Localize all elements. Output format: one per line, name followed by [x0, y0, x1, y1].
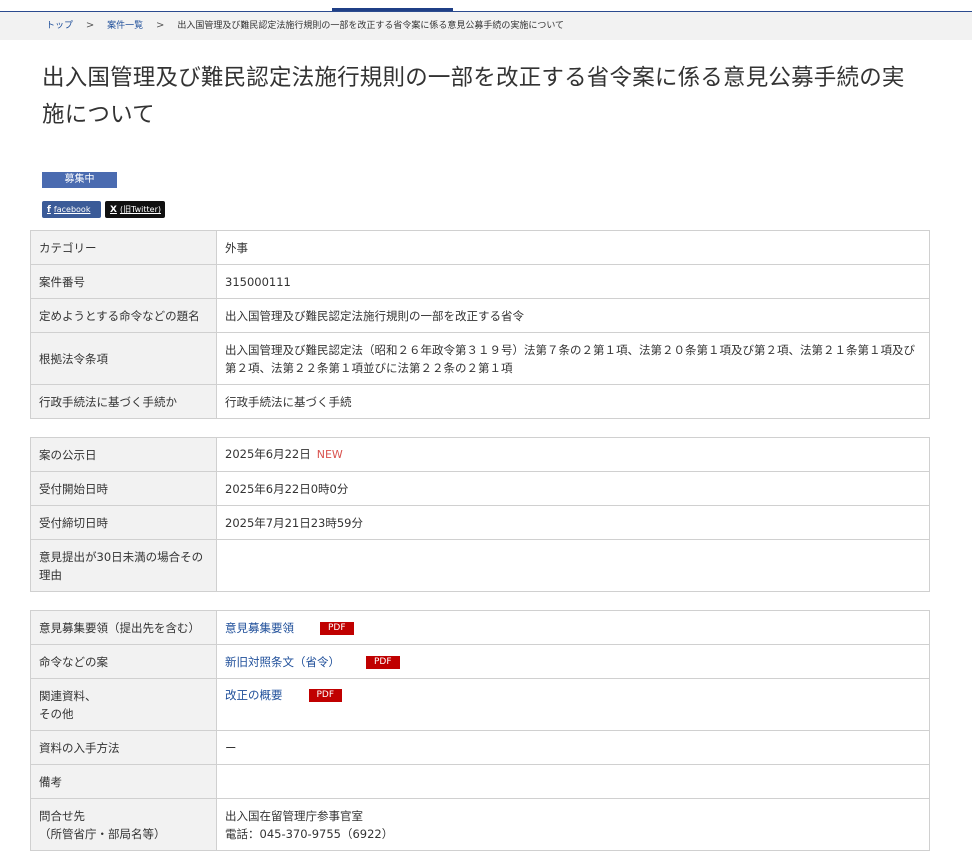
table-row: 受付締切日時 2025年7月21日23時59分 — [30, 505, 930, 540]
row-label: 受付締切日時 — [30, 505, 217, 540]
row-value: ー — [216, 730, 930, 765]
pdf-badge[interactable]: PDF — [320, 621, 354, 635]
row-value: 新旧対照条文（省令） PDF — [216, 644, 930, 679]
table-row: 関連資料、 その他 改正の概要 PDF — [30, 678, 930, 731]
breadcrumb-list-link[interactable]: 案件一覧 — [107, 21, 143, 31]
documents-table: 意見募集要領（提出先を含む） 意見募集要領 PDF 命令などの案 新旧対照条文（省… — [30, 610, 930, 851]
table-row: 案件番号 315000111 — [30, 264, 930, 299]
table-row: 意見募集要領（提出先を含む） 意見募集要領 PDF — [30, 610, 930, 645]
row-value: 意見募集要領 PDF — [216, 610, 930, 645]
guidelines-link[interactable]: 意見募集要領 — [225, 621, 294, 635]
row-value: 出入国管理及び難民認定法施行規則の一部を改正する省令 — [216, 298, 930, 333]
row-label: カテゴリー — [30, 230, 217, 265]
case-info-table: カテゴリー 外事 案件番号 315000111 定めようとする命令などの題名 出… — [30, 230, 930, 419]
row-value: 改正の概要 PDF — [216, 678, 930, 731]
row-value: 315000111 — [216, 264, 930, 299]
row-label: 案件番号 — [30, 264, 217, 299]
breadcrumb-current: 出入国管理及び難民認定法施行規則の一部を改正する省令案に係る意見公募手続の実施に… — [177, 21, 565, 31]
table-row: 命令などの案 新旧対照条文（省令） PDF — [30, 644, 930, 679]
row-value — [216, 539, 930, 592]
table-row: 定めようとする命令などの題名 出入国管理及び難民認定法施行規則の一部を改正する省… — [30, 298, 930, 333]
row-value: 2025年7月21日23時59分 — [216, 505, 930, 540]
row-value: 2025年6月22日 NEW — [216, 437, 930, 472]
row-label: 意見提出が30日未満の場合その理由 — [30, 539, 217, 592]
facebook-share-button[interactable]: f facebook — [42, 201, 101, 218]
new-badge: NEW — [316, 448, 343, 461]
table-row: 案の公示日 2025年6月22日 NEW — [30, 437, 930, 472]
pdf-badge[interactable]: PDF — [308, 689, 343, 702]
revision-summary-link[interactable]: 改正の概要 — [225, 688, 283, 702]
x-share-label: (旧Twitter) — [119, 205, 162, 214]
row-label: 受付開始日時 — [30, 471, 217, 506]
row-label: 案の公示日 — [30, 437, 217, 472]
table-row: 資料の入手方法 ー — [30, 730, 930, 765]
page-title: 出入国管理及び難民認定法施行規則の一部を改正する省令案に係る意見公募手続の実施に… — [42, 65, 905, 128]
pdf-badge[interactable]: PDF — [366, 655, 400, 669]
row-label: 定めようとする命令などの題名 — [30, 298, 217, 333]
table-row: 備考 — [30, 764, 930, 799]
row-value: 2025年6月22日0時0分 — [216, 471, 930, 506]
table-row: 問合せ先 （所管省庁・部局名等） 出入国在留管理庁参事官室 電話：045-370… — [30, 798, 930, 851]
table-row: 意見提出が30日未満の場合その理由 — [30, 539, 930, 592]
table-row: 受付開始日時 2025年6月22日0時0分 — [30, 471, 930, 506]
status-badge: 募集中 — [42, 172, 117, 188]
facebook-share-label: facebook — [53, 205, 91, 214]
row-label: 命令などの案 — [30, 644, 217, 679]
row-label: 意見募集要領（提出先を含む） — [30, 610, 217, 645]
row-value — [216, 764, 930, 799]
publish-date: 2025年6月22日 — [225, 447, 311, 461]
x-icon: X — [110, 205, 117, 215]
row-label: 根拠法令条項 — [30, 332, 217, 385]
row-value: 出入国管理及び難民認定法（昭和２６年政令第３１９号）法第７条の２第１項、法第２０… — [216, 332, 930, 385]
row-label: 行政手続法に基づく手続か — [30, 384, 217, 419]
draft-ordinance-link[interactable]: 新旧対照条文（省令） — [225, 655, 340, 669]
contact-info: 出入国在留管理庁参事官室 電話：045-370-9755（6922） — [216, 798, 930, 851]
x-share-button[interactable]: X (旧Twitter) — [105, 201, 165, 218]
breadcrumb-separator: > — [85, 20, 95, 31]
facebook-icon: f — [47, 205, 51, 215]
row-label: 資料の入手方法 — [30, 730, 217, 765]
row-label: 問合せ先 （所管省庁・部局名等） — [30, 798, 217, 851]
row-label: 備考 — [30, 764, 217, 799]
row-value: 外事 — [216, 230, 930, 265]
row-value: 行政手続法に基づく手続 — [216, 384, 930, 419]
schedule-table: 案の公示日 2025年6月22日 NEW 受付開始日時 2025年6月22日0時0… — [30, 437, 930, 592]
table-row: カテゴリー 外事 — [30, 230, 930, 265]
breadcrumb-home-link[interactable]: トップ — [46, 21, 73, 31]
row-label: 関連資料、 その他 — [30, 678, 217, 731]
table-row: 行政手続法に基づく手続か 行政手続法に基づく手続 — [30, 384, 930, 419]
table-row: 根拠法令条項 出入国管理及び難民認定法（昭和２６年政令第３１９号）法第７条の２第… — [30, 332, 930, 385]
breadcrumb: トップ > 案件一覧 > 出入国管理及び難民認定法施行規則の一部を改正する省令案… — [0, 12, 972, 40]
breadcrumb-separator: > — [156, 20, 165, 31]
